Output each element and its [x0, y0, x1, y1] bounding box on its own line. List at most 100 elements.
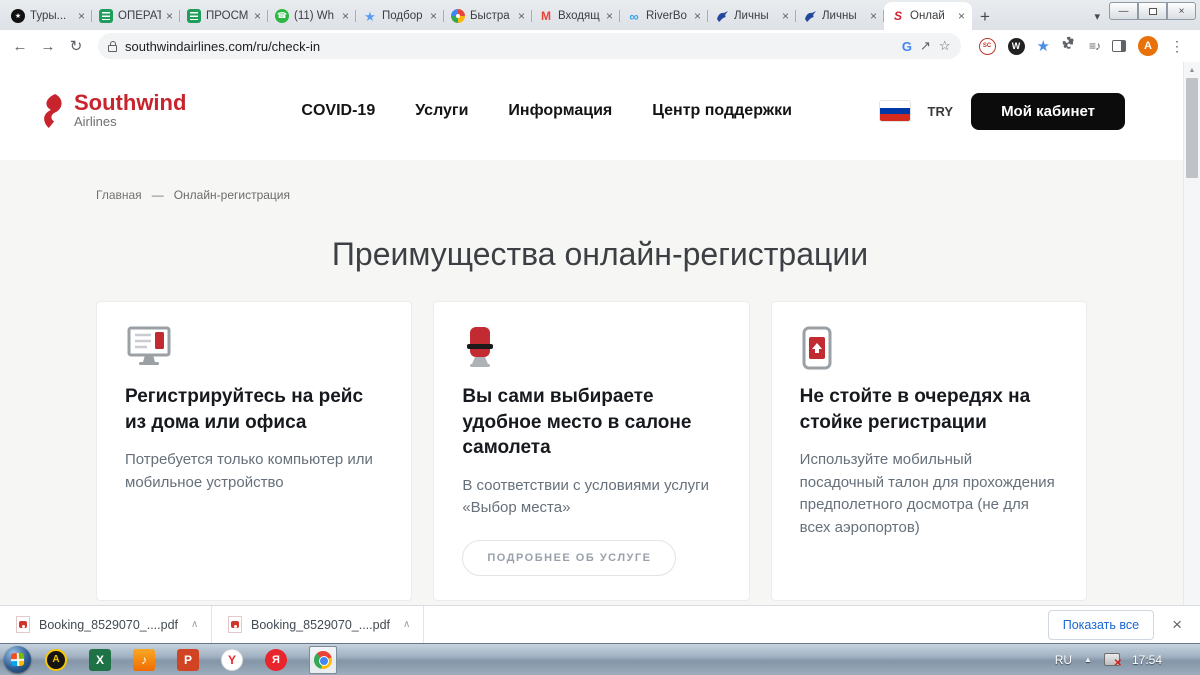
tab-podbor[interactable]: ★ Подбор × [356, 2, 444, 30]
system-tray: RU ▲ 17:54 [1055, 653, 1198, 670]
tab-title: Входящ [558, 10, 600, 22]
scroll-up-icon[interactable]: ▲ [1184, 62, 1200, 74]
close-icon[interactable]: × [430, 10, 437, 22]
tab-search-chevron-icon[interactable]: ▾ [1094, 10, 1100, 23]
nav-support-center[interactable]: Центр поддержки [652, 102, 792, 120]
tab-title: Туры... [30, 10, 67, 22]
tab-whatsapp[interactable]: ☎ (11) Wh × [268, 2, 356, 30]
tab-prosm[interactable]: ПРОСМ × [180, 2, 268, 30]
show-all-downloads-button[interactable]: Показать все [1047, 609, 1155, 640]
chrome-taskbar-active[interactable] [309, 645, 337, 674]
lock-icon [108, 40, 117, 52]
tab-gmail[interactable]: M Входящ × [532, 2, 620, 30]
download-bar: Booking_8529070_....pdf ∧ Booking_852907… [0, 605, 1200, 643]
chevron-up-icon[interactable]: ∧ [403, 619, 410, 630]
close-icon[interactable]: × [166, 10, 173, 22]
breadcrumb: Главная — Онлайн-регистрация [0, 160, 1200, 202]
browser-menu-icon[interactable]: ⋮ [1170, 38, 1184, 55]
tab-operat[interactable]: ОПЕРАТ × [92, 2, 180, 30]
browser-tabstrip: ★ Туры... × ОПЕРАТ × ПРОСМ × ☎ (11) Wh ×… [0, 0, 1200, 30]
excel-icon[interactable]: X [89, 648, 111, 671]
tab-southwind-active[interactable]: S Онлай × [884, 2, 972, 30]
tab-bystra[interactable]: Быстра × [444, 2, 532, 30]
chevron-up-icon[interactable]: ∧ [191, 619, 198, 630]
southwind-logo[interactable]: Southwind Airlines [40, 92, 186, 130]
close-icon[interactable]: × [342, 10, 349, 22]
extension-sc-icon[interactable]: SC [978, 37, 996, 55]
minimize-button[interactable]: — [1109, 2, 1138, 20]
download-bar-close-icon[interactable]: × [1172, 615, 1182, 635]
download-filename[interactable]: Booking_8529070_....pdf [39, 618, 178, 632]
language-indicator[interactable]: RU [1055, 653, 1072, 667]
close-icon[interactable]: × [782, 10, 789, 22]
clock[interactable]: 17:54 [1132, 653, 1162, 667]
site-header: Southwind Airlines COVID-19 Услуги Инфор… [0, 62, 1200, 160]
address-bar[interactable]: southwindairlines.com/ru/check-in G ↗ ☆ [98, 33, 961, 59]
playlist-icon[interactable]: ≡♪ [1089, 39, 1101, 53]
screen: ★ Туры... × ОПЕРАТ × ПРОСМ × ☎ (11) Wh ×… [0, 0, 1200, 675]
tray-expand-icon[interactable]: ▲ [1084, 655, 1092, 664]
network-disconnected-icon[interactable] [1103, 653, 1122, 669]
close-icon[interactable]: × [870, 10, 877, 22]
yandex-icon[interactable]: Y [221, 648, 243, 671]
breadcrumb-current: Онлайн-регистрация [173, 188, 290, 202]
new-tab-button[interactable]: + [980, 7, 990, 27]
taskbar-app-a-icon[interactable]: A [45, 648, 67, 671]
download-item-2[interactable]: Booking_8529070_....pdf ∧ [212, 606, 424, 643]
url-text[interactable]: southwindairlines.com/ru/check-in [125, 39, 894, 54]
close-icon[interactable]: × [694, 10, 701, 22]
russian-flag-icon[interactable] [879, 101, 910, 121]
tab-title: Личны [734, 10, 769, 22]
close-icon[interactable]: × [254, 10, 261, 22]
infinity-icon: ∞ [629, 8, 639, 24]
close-icon[interactable]: × [606, 10, 613, 22]
window-close-button[interactable]: × [1167, 2, 1196, 20]
scrollbar-thumb[interactable] [1186, 78, 1198, 178]
bird-icon [715, 9, 729, 23]
google-icon[interactable]: G [902, 39, 912, 54]
back-button[interactable]: ← [8, 34, 32, 58]
southwind-logo-icon [44, 94, 62, 128]
yandex-browser-icon[interactable]: Я [265, 648, 287, 671]
tab-title: (11) Wh [294, 10, 335, 22]
breadcrumb-home[interactable]: Главная [96, 188, 142, 202]
download-item-1[interactable]: Booking_8529070_....pdf ∧ [0, 606, 212, 643]
tab-riverbo[interactable]: ∞ RiverBo × [620, 2, 708, 30]
close-icon[interactable]: × [958, 10, 965, 22]
nav-information[interactable]: Информация [508, 102, 612, 120]
download-bar-right: Показать все × [1047, 609, 1200, 640]
tab-lichny-1[interactable]: Личны × [708, 2, 796, 30]
logo-name: Southwind [74, 90, 187, 116]
music-app-icon[interactable]: ♪ [133, 648, 155, 671]
close-icon[interactable]: × [518, 10, 525, 22]
download-filename[interactable]: Booking_8529070_....pdf [251, 618, 390, 632]
nav-covid-19[interactable]: COVID-19 [301, 102, 375, 120]
reload-button[interactable]: ↻ [64, 34, 88, 58]
bookmark-star-icon[interactable]: ☆ [939, 38, 951, 54]
my-account-button[interactable]: Мой кабинет [971, 92, 1125, 130]
profile-avatar[interactable]: A [1138, 36, 1158, 56]
side-panel-icon[interactable] [1112, 40, 1126, 52]
currency-selector[interactable]: TRY [928, 104, 954, 119]
window-controls: — × [1109, 2, 1196, 20]
card-body: В соответствии с условиями услуги «Выбор… [462, 476, 710, 517]
service-details-button[interactable]: ПОДРОБНЕЕ ОБ УСЛУГЕ [462, 539, 677, 576]
powerpoint-icon[interactable]: P [177, 648, 199, 671]
forward-button[interactable]: → [36, 34, 60, 58]
page-scrollbar[interactable]: ▲ [1183, 62, 1200, 605]
tab-lichny-2[interactable]: Личны × [796, 2, 884, 30]
logo-sub: Airlines [74, 114, 117, 130]
close-icon[interactable]: × [78, 10, 85, 22]
sheets-icon [99, 9, 113, 23]
extensions-puzzle-icon[interactable] [1062, 36, 1077, 56]
start-button[interactable] [4, 646, 31, 673]
extension-w-icon[interactable]: W [1007, 37, 1025, 55]
restore-button[interactable] [1138, 2, 1167, 20]
extension-star-icon[interactable]: ★ [1037, 37, 1050, 55]
nav-services[interactable]: Услуги [415, 102, 468, 120]
card-choose-seat: Вы сами выбираете удобное место в салоне… [433, 301, 750, 601]
share-icon[interactable]: ↗ [920, 38, 931, 54]
card-checkin-from-home: Регистрируйтесь на рейс из дома или офис… [96, 301, 413, 601]
mobile-boarding-pass-icon [800, 326, 1058, 370]
tab-tury[interactable]: ★ Туры... × [4, 2, 92, 30]
